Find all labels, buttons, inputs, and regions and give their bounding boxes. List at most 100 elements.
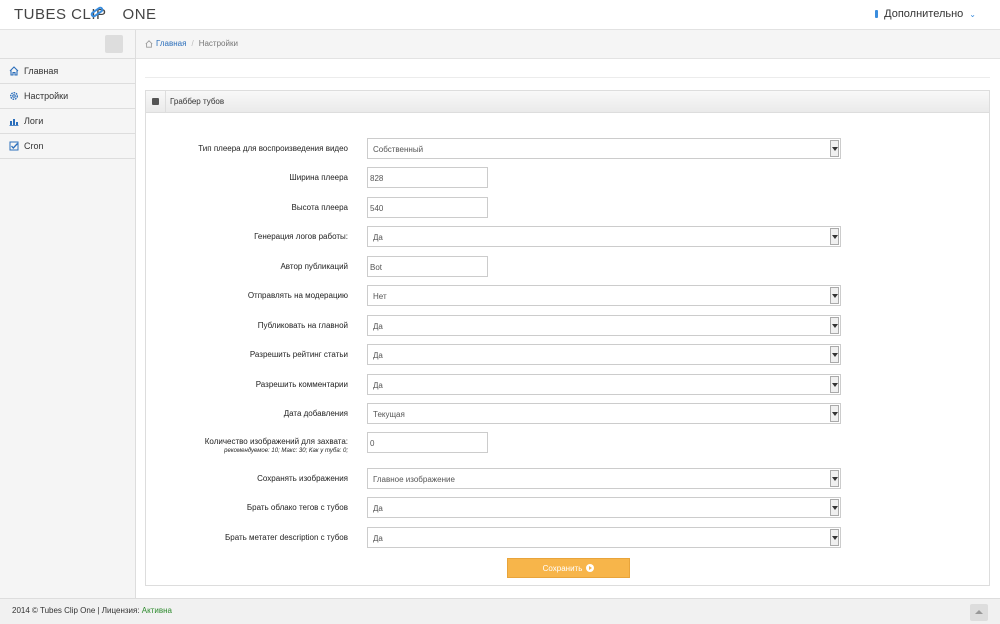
sidebar-item-home[interactable]: Главная bbox=[0, 59, 135, 84]
sidebar-item-settings[interactable]: Настройки bbox=[0, 84, 135, 109]
grabber-settings-panel: Граббер тубов Тип плеера для воспроизвед… bbox=[145, 90, 990, 586]
more-menu-dropdown[interactable]: Дополнительно ⌄ bbox=[875, 8, 976, 20]
panel-toggle-icon[interactable] bbox=[146, 91, 166, 112]
chevron-down-icon: ⌄ bbox=[969, 9, 976, 19]
footer-copyright: 2014 © Tubes Clip One | Лицензия: bbox=[12, 606, 142, 615]
allow-comments-label: Разрешить комментарии bbox=[255, 380, 348, 389]
save-images-select[interactable]: Главное изображение bbox=[367, 468, 841, 489]
player-type-value: Собственный bbox=[373, 145, 424, 154]
author-input[interactable]: Bot bbox=[367, 256, 488, 277]
license-status: Активна bbox=[141, 606, 172, 615]
allow-comments-select[interactable]: Да bbox=[367, 374, 841, 395]
bar-chart-icon bbox=[9, 116, 19, 126]
cog-icon bbox=[9, 91, 19, 101]
date-added-label: Дата добавления bbox=[283, 409, 348, 418]
logging-select[interactable]: Да bbox=[367, 226, 841, 247]
form-row-author: Автор публикаций Bot bbox=[146, 256, 991, 277]
tag-cloud-label: Брать облако тегов с тубов bbox=[246, 503, 348, 512]
select-arrow-icon bbox=[830, 228, 839, 245]
publish-main-select[interactable]: Да bbox=[367, 315, 841, 336]
form-row-allow-rating: Разрешить рейтинг статьи Да bbox=[146, 344, 991, 365]
meta-description-label: Брать метатег description с тубов bbox=[225, 533, 348, 542]
form-row-logging: Генерация логов работы: Да bbox=[146, 226, 991, 247]
form-row-date-added: Дата добавления Текущая bbox=[146, 403, 991, 424]
player-height-input[interactable]: 540 bbox=[367, 197, 488, 218]
form-row-publish-main: Публиковать на главной Да bbox=[146, 315, 991, 336]
player-width-label: Ширина плеера bbox=[289, 173, 348, 182]
app-logo[interactable]: TUBES CLIP ONE bbox=[14, 6, 157, 23]
sidebar-item-logs[interactable]: Логи bbox=[0, 109, 135, 134]
home-icon bbox=[145, 39, 153, 48]
allow-rating-value: Да bbox=[373, 351, 383, 360]
image-count-label: Количество изображений для захвата: реко… bbox=[205, 437, 348, 454]
form-row-player-width: Ширина плеера 828 bbox=[146, 167, 991, 188]
tag-cloud-select[interactable]: Да bbox=[367, 497, 841, 518]
select-arrow-icon bbox=[830, 287, 839, 304]
arrow-right-circle-icon bbox=[586, 564, 595, 572]
sidebar-item-cron[interactable]: Cron bbox=[0, 134, 135, 159]
select-arrow-icon bbox=[830, 499, 839, 516]
top-bar: TUBES CLIP ONE Дополнительно ⌄ bbox=[0, 0, 1000, 30]
allow-comments-value: Да bbox=[373, 381, 383, 390]
sidebar-item-label: Главная bbox=[24, 66, 59, 76]
moderation-label: Отправлять на модерацию bbox=[247, 291, 348, 300]
player-width-input[interactable]: 828 bbox=[367, 167, 488, 188]
scroll-to-top-button[interactable] bbox=[970, 604, 988, 621]
publish-main-label: Публиковать на главной bbox=[257, 321, 348, 330]
allow-rating-select[interactable]: Да bbox=[367, 344, 841, 365]
footer: 2014 © Tubes Clip One | Лицензия: Активн… bbox=[0, 598, 1000, 624]
sidebar: Главная Настройки Логи Cron bbox=[0, 30, 136, 598]
moderation-value: Нет bbox=[373, 292, 387, 301]
sidebar-item-label: Логи bbox=[24, 116, 44, 126]
form-row-player-height: Высота плеера 540 bbox=[146, 197, 991, 218]
image-count-hint: рекомендуемое: 10; Макс: 30; Как у туба:… bbox=[224, 448, 348, 454]
breadcrumb-separator: / bbox=[191, 39, 194, 48]
footer-text: 2014 © Tubes Clip One | Лицензия: Активн… bbox=[12, 606, 172, 615]
player-height-label: Высота плеера bbox=[291, 203, 349, 212]
save-images-value: Главное изображение bbox=[373, 475, 455, 484]
sidebar-item-label: Настройки bbox=[24, 91, 69, 101]
form-row-image-count: Количество изображений для захвата: реко… bbox=[146, 432, 991, 454]
panel-title: Граббер тубов bbox=[170, 97, 225, 106]
moderation-select[interactable]: Нет bbox=[367, 285, 841, 306]
form-row-player-type: Тип плеера для воспроизведения видео Соб… bbox=[146, 138, 991, 159]
breadcrumb-current: Настройки bbox=[198, 39, 238, 48]
image-count-input[interactable]: 0 bbox=[367, 432, 488, 453]
date-added-value: Текущая bbox=[373, 410, 405, 419]
tag-cloud-value: Да bbox=[373, 504, 383, 513]
player-type-select[interactable]: Собственный bbox=[367, 138, 841, 159]
form-row-save-images: Сохранять изображения Главное изображени… bbox=[146, 468, 991, 489]
save-button-label: Сохранить bbox=[542, 563, 583, 573]
select-arrow-icon bbox=[830, 317, 839, 334]
breadcrumb-bar: Главная / Настройки bbox=[136, 30, 1000, 59]
meta-description-select[interactable]: Да bbox=[367, 527, 841, 548]
image-count-label-text: Количество изображений для захвата: bbox=[204, 437, 348, 446]
sidebar-item-label: Cron bbox=[24, 141, 44, 151]
select-arrow-icon bbox=[830, 529, 839, 546]
select-arrow-icon bbox=[830, 346, 839, 363]
meta-description-value: Да bbox=[373, 534, 383, 543]
date-added-select[interactable]: Текущая bbox=[367, 403, 841, 424]
publish-main-value: Да bbox=[373, 322, 383, 331]
select-arrow-icon bbox=[830, 140, 839, 157]
breadcrumb: Главная / Настройки bbox=[145, 39, 238, 48]
breadcrumb-home-link[interactable]: Главная bbox=[145, 39, 186, 48]
more-menu-label: Дополнительно bbox=[884, 8, 964, 20]
save-images-label: Сохранять изображения bbox=[257, 474, 348, 483]
select-arrow-icon bbox=[830, 376, 839, 393]
author-label: Автор публикаций bbox=[280, 262, 348, 271]
save-button[interactable]: Сохранить bbox=[507, 558, 630, 578]
form-row-moderation: Отправлять на модерацию Нет bbox=[146, 285, 991, 306]
player-type-label: Тип плеера для воспроизведения видео bbox=[198, 144, 348, 153]
content-divider bbox=[145, 77, 990, 78]
logo-text-right: ONE bbox=[122, 6, 157, 23]
home-icon bbox=[9, 66, 19, 76]
select-arrow-icon bbox=[830, 405, 839, 422]
form-row-allow-comments: Разрешить комментарии Да bbox=[146, 374, 991, 395]
breadcrumb-home-label: Главная bbox=[156, 39, 187, 48]
select-arrow-icon bbox=[830, 470, 839, 487]
sidebar-toggle-button[interactable] bbox=[105, 35, 123, 53]
form-row-tag-cloud: Брать облако тегов с тубов Да bbox=[146, 497, 991, 518]
logging-value: Да bbox=[373, 233, 383, 242]
info-icon bbox=[875, 10, 879, 18]
